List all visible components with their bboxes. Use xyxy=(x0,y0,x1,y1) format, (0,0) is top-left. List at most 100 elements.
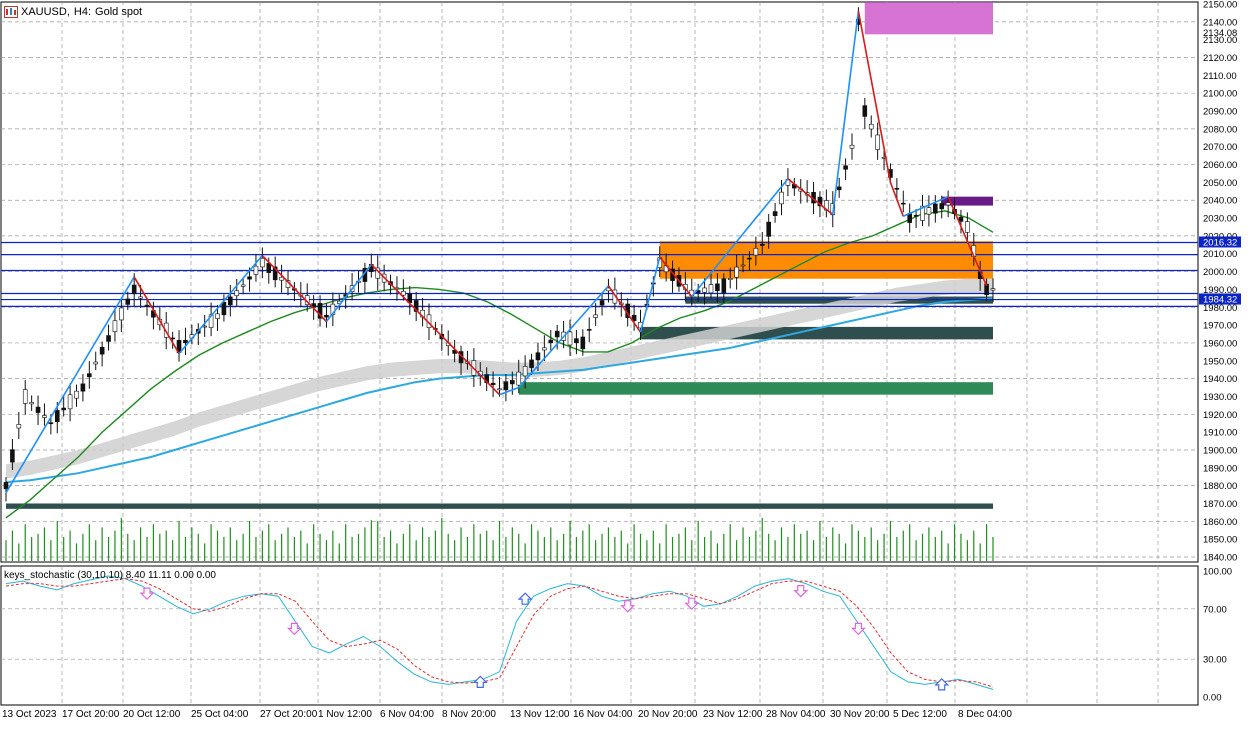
price-badge-label: 1984.32 xyxy=(1203,295,1237,306)
candle-body xyxy=(836,186,842,191)
price-axis-label: 2090.00 xyxy=(1203,107,1237,118)
candle-body xyxy=(221,301,227,316)
time-axis-label: 13 Oct 2023 xyxy=(2,709,57,720)
sell-signal-arrow-icon xyxy=(620,600,636,613)
candle-body xyxy=(875,134,880,150)
zigzag-segment xyxy=(857,10,892,183)
chart-canvas[interactable]: 2150.002140.002134.082130.002120.002110.… xyxy=(0,0,1251,725)
candle-body xyxy=(529,359,534,368)
candle-body xyxy=(253,265,259,275)
candle-body xyxy=(567,331,573,346)
indicator-axis-label: 0.00 xyxy=(1203,693,1222,704)
candle-body xyxy=(868,123,874,130)
candle-body xyxy=(554,330,560,338)
candle-body xyxy=(22,389,28,404)
zone-orange-zone xyxy=(659,241,993,279)
price-axis-label: 1840.00 xyxy=(1203,553,1237,564)
candle-body xyxy=(599,300,605,306)
main-chart-frame xyxy=(0,1,1199,563)
price-axis-label: 1930.00 xyxy=(1203,392,1237,403)
description-label: Gold spot xyxy=(95,6,143,18)
candle-body xyxy=(48,422,54,425)
candle-body xyxy=(16,424,22,429)
candle-body xyxy=(702,287,707,293)
candle-body xyxy=(772,211,778,216)
candle-body xyxy=(93,361,99,365)
time-axis-label: 20 Oct 12:00 xyxy=(123,709,181,720)
candle-body xyxy=(990,288,996,291)
candle-body xyxy=(99,346,105,355)
zigzag-segment xyxy=(261,254,328,323)
time-axis-label: 5 Dec 12:00 xyxy=(893,709,947,720)
chart-window[interactable]: 2150.00 2140.00 2134.08 2130.00 2120.00 2110.… xyxy=(0,0,1251,725)
time-axis: 13 Oct 2023 17 Oct 20:00 20 Oct 12:00 25 Oc… xyxy=(2,709,1012,720)
candle-body xyxy=(503,381,509,391)
volume-bars xyxy=(5,517,994,561)
indicator-axis-label: 30.00 xyxy=(1203,655,1227,666)
candle-body xyxy=(958,216,964,222)
price-axis-label: 1940.00 xyxy=(1203,374,1237,385)
price-axis-label: 2120.00 xyxy=(1203,53,1237,64)
timeframe-label: H4: xyxy=(73,6,92,18)
candle-body xyxy=(753,247,759,256)
candle-body xyxy=(849,144,855,149)
candle-body xyxy=(913,215,919,217)
price-axis-label: 1970.00 xyxy=(1203,321,1237,332)
candle-body xyxy=(324,314,329,318)
price-axis-label: 2080.00 xyxy=(1203,124,1237,135)
candle-body xyxy=(586,329,592,331)
candle-body xyxy=(106,335,111,342)
candle-body xyxy=(542,347,547,351)
candle-body xyxy=(247,276,252,280)
time-axis-label: 16 Nov 04:00 xyxy=(573,709,633,720)
candle-body xyxy=(35,406,41,413)
candle-body xyxy=(67,394,73,410)
price-axis-label: 2100.00 xyxy=(1203,89,1237,100)
price-axis-label: 1870.00 xyxy=(1203,499,1237,510)
candle-body xyxy=(766,221,771,237)
candle-body xyxy=(862,105,868,117)
buy-signal-arrow-icon xyxy=(934,678,950,691)
candle-body xyxy=(516,371,522,386)
time-axis-label: 27 Oct 20:00 xyxy=(260,709,318,720)
time-axis-label: 30 Nov 20:00 xyxy=(830,709,890,720)
candle-body xyxy=(708,284,714,294)
candle-body xyxy=(715,283,720,292)
candle-body xyxy=(125,298,131,305)
candle-body xyxy=(260,258,265,268)
chart-title: XAUUSD, H4: Gold spot xyxy=(4,5,151,19)
price-axis-label: 1910.00 xyxy=(1203,428,1237,439)
price-axis-label: 1860.00 xyxy=(1203,517,1237,528)
candle-body xyxy=(131,284,137,295)
candle-body xyxy=(965,221,970,233)
price-axis-label: 1960.00 xyxy=(1203,338,1237,349)
candle-body xyxy=(240,284,246,287)
candle-body xyxy=(535,352,541,361)
price-axis-label: 2000.00 xyxy=(1203,267,1237,278)
candle-body xyxy=(574,338,579,344)
price-axis-label: 1880.00 xyxy=(1203,481,1237,492)
time-axis-label: 23 Nov 12:00 xyxy=(703,709,763,720)
candle-body xyxy=(894,188,900,190)
zigzag-segment xyxy=(133,276,180,355)
indicator-label: keys_stochastic (30,10,10) 8.40 11.11 0.… xyxy=(4,570,216,581)
candle-body xyxy=(61,407,66,411)
candle-body xyxy=(779,191,784,205)
sell-signal-arrow-icon xyxy=(684,597,700,611)
candle-body xyxy=(933,203,938,214)
candle-body xyxy=(54,410,60,423)
sell-signal-arrow-icon xyxy=(286,622,302,636)
time-axis-label: 20 Nov 20:00 xyxy=(638,709,698,720)
candle-body xyxy=(721,278,727,294)
price-axis-label: 1900.00 xyxy=(1203,445,1237,456)
chart-window-icon xyxy=(4,6,18,18)
sell-signal-arrow-icon xyxy=(793,585,809,598)
candle-body xyxy=(593,314,598,318)
price-axis-label: 2010.00 xyxy=(1203,249,1237,260)
price-axis-label: 1950.00 xyxy=(1203,356,1237,367)
time-axis-label: 25 Oct 04:00 xyxy=(191,709,249,720)
time-axis-label: 1 Nov 12:00 xyxy=(318,709,372,720)
zigzag-segment xyxy=(639,257,661,333)
candle-body xyxy=(3,482,9,490)
zigzag-segment xyxy=(831,11,860,215)
